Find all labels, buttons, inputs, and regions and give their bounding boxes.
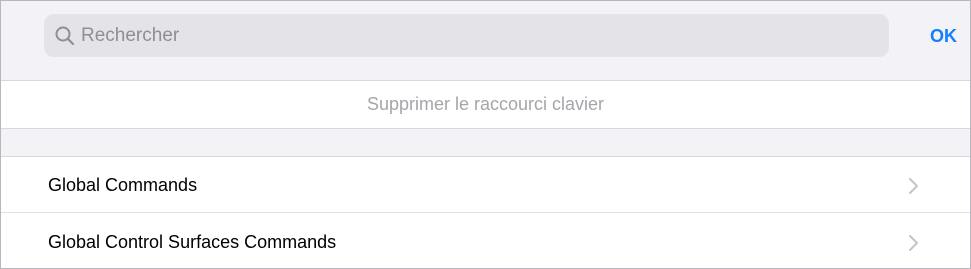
search-toolbar: OK: [1, 1, 970, 81]
delete-shortcut-label: Supprimer le raccourci clavier: [366, 94, 605, 114]
ok-button[interactable]: OK: [930, 24, 957, 48]
delete-shortcut-button[interactable]: Supprimer le raccourci clavier: [1, 81, 970, 129]
chevron-right-icon: [909, 178, 918, 194]
section-gap: [1, 129, 970, 157]
list-item-global-commands[interactable]: Global Commands: [1, 157, 970, 213]
search-icon: [55, 26, 75, 46]
search-input[interactable]: [81, 14, 871, 57]
list-item-global-control-surfaces-commands[interactable]: Global Control Surfaces Commands: [1, 214, 970, 268]
chevron-right-icon: [909, 235, 918, 251]
list-item-label: Global Commands: [48, 175, 198, 195]
shortcut-editor-panel: OK Supprimer le raccourci clavier Global…: [0, 0, 971, 269]
list-item-label: Global Control Surfaces Commands: [48, 232, 337, 252]
search-field[interactable]: [44, 14, 889, 57]
row-separator: [1, 212, 970, 213]
